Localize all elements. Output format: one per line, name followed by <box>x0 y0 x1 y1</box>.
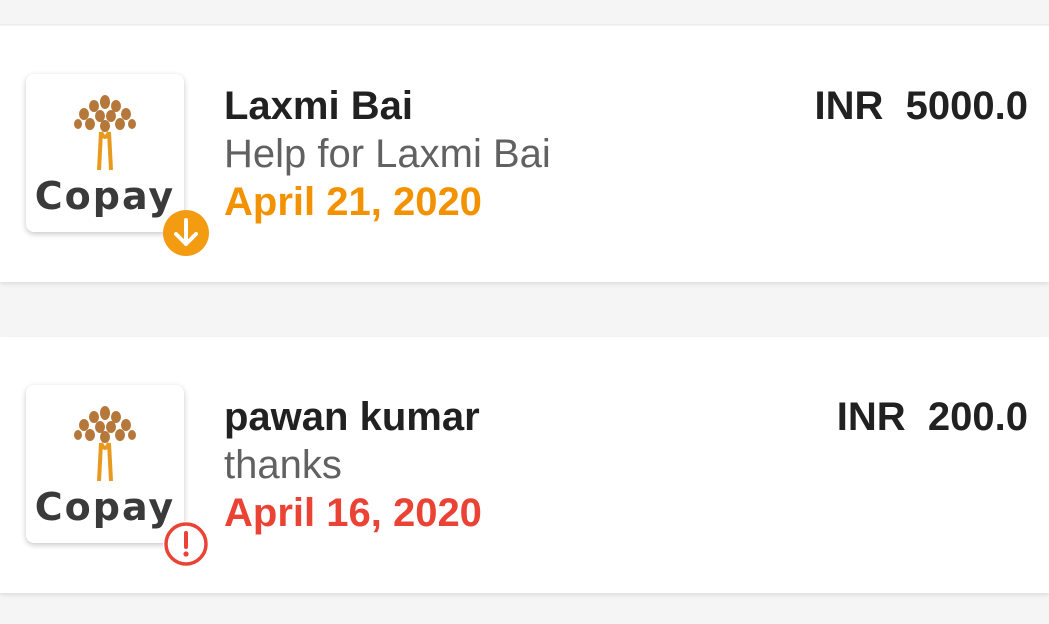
copay-logo: Copay <box>26 74 184 232</box>
transaction-date: April 21, 2020 <box>224 180 482 224</box>
logo-text: Copay <box>34 174 176 218</box>
transaction-name: pawan kumar <box>224 395 480 439</box>
transaction-card[interactable]: Copay pawan kumar thanks April 16, 2020 … <box>0 337 1049 593</box>
copay-logo: Copay <box>26 385 184 543</box>
transaction-note: thanks <box>224 443 342 487</box>
transaction-note: Help for Laxmi Bai <box>224 132 551 176</box>
alert-circle-icon <box>163 521 209 567</box>
logo-text: Copay <box>34 485 176 529</box>
transaction-amount: INR 200.0 <box>836 395 1028 439</box>
transaction-date: April 16, 2020 <box>224 491 482 535</box>
arrow-down-circle-icon <box>163 210 209 256</box>
tree-icon <box>74 95 136 171</box>
list-top-spacer <box>0 0 1049 25</box>
copay-logo-wrap: Copay <box>26 74 209 256</box>
transaction-card[interactable]: Copay Laxmi Bai Help for Laxmi Bai April… <box>0 26 1049 282</box>
copay-logo-wrap: Copay <box>26 385 209 567</box>
tree-icon <box>74 406 136 482</box>
transaction-name: Laxmi Bai <box>224 84 413 128</box>
transaction-amount: INR 5000.0 <box>814 84 1028 128</box>
